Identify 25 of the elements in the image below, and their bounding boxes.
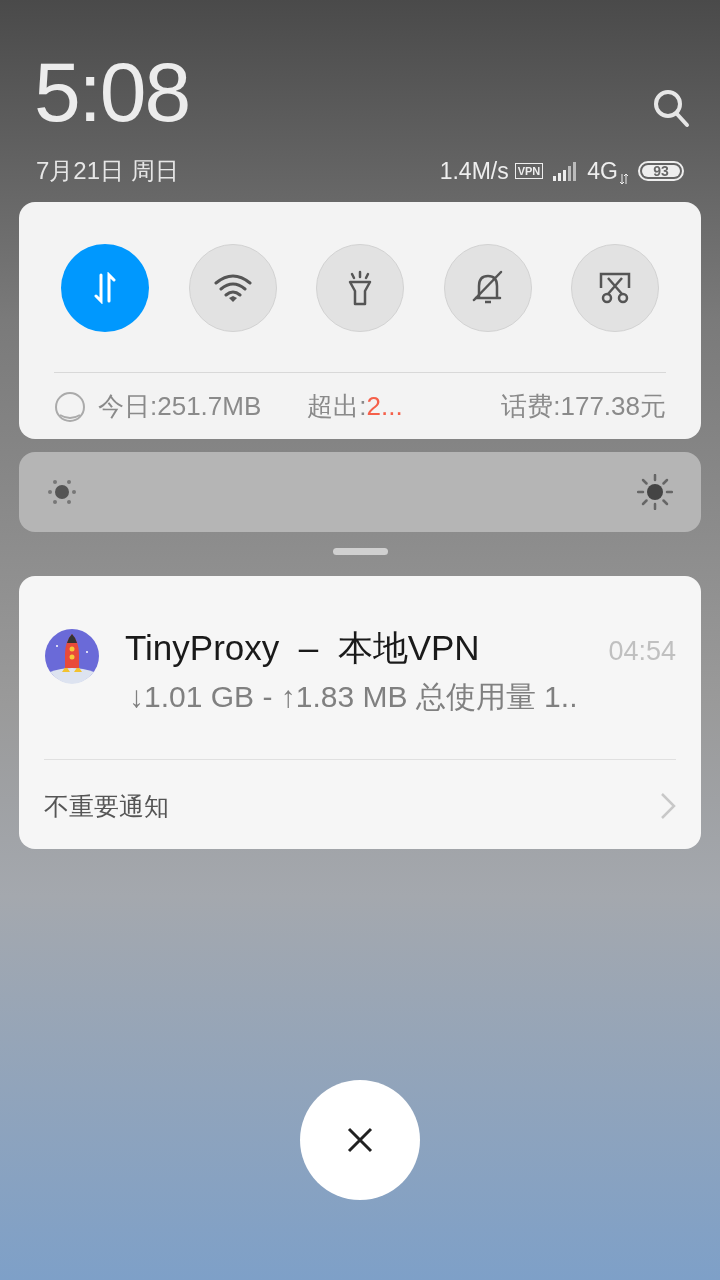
rocket-app-icon xyxy=(44,628,100,684)
network-speed: 1.4M/s xyxy=(439,156,509,186)
wifi-icon xyxy=(212,273,253,303)
brightness-slider[interactable] xyxy=(19,452,701,532)
battery-indicator: 93 xyxy=(638,161,684,181)
close-icon xyxy=(347,1127,373,1153)
unimportant-notifications-link[interactable]: 不重要通知 xyxy=(44,787,169,825)
search-icon[interactable] xyxy=(652,88,692,130)
notification-title: TinyProxy – 本地VPN xyxy=(125,627,480,669)
screenshot-scissors-icon xyxy=(597,270,633,306)
notification-text: ↓1.01 GB - ↑1.83 MB 总使用量 1.. xyxy=(129,678,579,715)
clock-time: 5:08 xyxy=(34,50,190,134)
drag-handle[interactable] xyxy=(332,548,388,555)
data-arrows-icon xyxy=(620,174,628,185)
date-text: 7月21日 周日 xyxy=(36,156,179,186)
dim-brightness-icon xyxy=(47,477,77,507)
vpn-indicator: VPN xyxy=(514,163,544,179)
over-usage: 超出:2... xyxy=(307,390,403,423)
today-usage: 今日:251.7MB xyxy=(98,390,262,423)
phone-fee: 话费:177.38元 xyxy=(501,390,666,423)
muted-bell-icon xyxy=(470,270,505,306)
chevron-right-icon xyxy=(660,792,676,821)
bright-brightness-icon xyxy=(637,474,673,510)
circle-icon xyxy=(54,390,86,423)
network-type: 4G xyxy=(587,156,618,186)
